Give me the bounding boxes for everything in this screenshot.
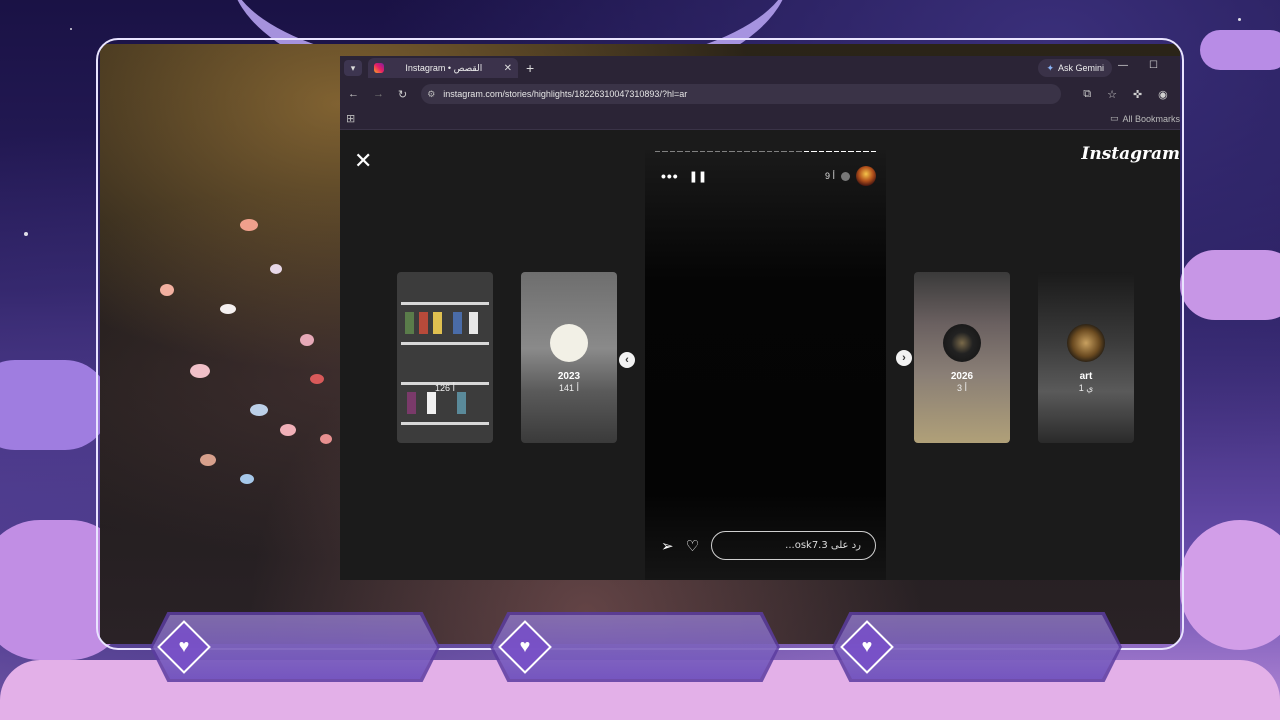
gemini-sparkle-icon: ✦ — [1046, 62, 1054, 73]
petal — [320, 434, 332, 444]
pause-icon[interactable]: ❚❚ — [689, 170, 707, 183]
book — [419, 312, 428, 334]
bookmarks-bar: ⊞ ▭ All Bookmarks — [340, 108, 1180, 130]
petal — [240, 219, 258, 231]
book — [469, 312, 478, 334]
navigation-bar: ← → ↻ ⚙ instagram.com/stories/highlights… — [340, 80, 1180, 108]
install-app-icon[interactable]: ⧉ — [1083, 88, 1091, 101]
address-bar[interactable]: ⚙ instagram.com/stories/highlights/18226… — [421, 84, 1062, 104]
tab-search-button[interactable]: ▾ — [344, 60, 362, 76]
petal — [190, 364, 210, 378]
petal — [220, 304, 236, 314]
active-story[interactable]: ••• ❚❚ 9 أ ➢ ♡ — [645, 150, 886, 580]
tab-instagram[interactable]: Instagram • القصص ✕ — [368, 58, 518, 78]
heart-icon: ♥ — [861, 636, 873, 656]
cloud — [1180, 520, 1280, 650]
petal — [310, 374, 324, 384]
close-tab-icon[interactable]: ✕ — [504, 63, 512, 74]
next-story-button[interactable]: › — [896, 350, 912, 366]
highlight-card[interactable]: art 1 ي — [1038, 272, 1134, 443]
previous-story-button[interactable]: ‹ — [619, 352, 635, 368]
star — [1238, 18, 1241, 21]
all-bookmarks-label: All Bookmarks — [1122, 113, 1180, 124]
petal — [200, 454, 216, 466]
avatar[interactable] — [856, 166, 876, 186]
send-icon[interactable]: ➢ — [661, 537, 674, 555]
highlight-time: 3 أ — [956, 383, 968, 393]
shelf — [401, 342, 489, 345]
story-author: 9 أ — [825, 166, 876, 186]
audio-icon — [841, 171, 850, 181]
site-info-icon[interactable]: ⚙ — [427, 89, 435, 100]
book — [433, 312, 442, 334]
star — [24, 232, 28, 236]
reload-icon[interactable]: ↻ — [398, 88, 407, 101]
petal — [240, 474, 254, 484]
petal — [160, 284, 174, 296]
instagram-story-viewer: ✕ Instagram 126 أ 2023 141 أ ‹ ••• ❚❚ 9 … — [340, 130, 1180, 580]
petal — [250, 404, 268, 416]
instagram-logo[interactable]: Instagram — [1081, 144, 1180, 164]
like-heart-icon[interactable]: ♡ — [686, 537, 699, 555]
profile-icon[interactable]: ◉ — [1158, 88, 1168, 101]
reply-input[interactable] — [711, 531, 876, 560]
highlight-name: 2026 — [950, 371, 974, 382]
maximize-icon[interactable]: ☐ — [1149, 60, 1158, 71]
star — [70, 28, 72, 30]
petal — [280, 424, 296, 436]
extensions-icon[interactable]: ✜ — [1133, 88, 1142, 101]
book — [453, 312, 462, 334]
highlight-name: art — [1079, 371, 1093, 382]
cloud — [1200, 30, 1280, 70]
bookmark-star-icon[interactable]: ☆ — [1107, 88, 1117, 101]
shelf — [401, 422, 489, 425]
heart-icon: ♥ — [519, 636, 531, 656]
close-viewer-icon[interactable]: ✕ — [354, 150, 372, 172]
story-header: ••• ❚❚ 9 أ — [661, 166, 876, 186]
browser-window: ▾ Instagram • القصص ✕ + ✦ Ask Gemini — ☐… — [340, 56, 1180, 580]
toolbar-actions: ⧉ ☆ ✜ ◉ — [1083, 88, 1168, 101]
apps-grid-icon[interactable]: ⊞ — [346, 112, 355, 125]
highlight-name: 2023 — [557, 371, 581, 382]
book — [407, 392, 416, 414]
highlight-card[interactable]: 2023 141 أ — [521, 272, 617, 443]
highlight-cover — [1067, 324, 1105, 362]
folder-icon: ▭ — [1109, 113, 1119, 123]
ask-gemini-button[interactable]: ✦ Ask Gemini — [1038, 59, 1112, 77]
book — [427, 392, 436, 414]
url-text: instagram.com/stories/highlights/1822631… — [443, 89, 688, 99]
highlight-card[interactable]: 2026 3 أ — [914, 272, 1010, 443]
back-icon[interactable]: ← — [348, 88, 359, 100]
highlight-cover — [550, 324, 588, 362]
highlight-time: 1 ي — [1078, 383, 1094, 393]
cloud — [1180, 250, 1280, 320]
reply-bar: ➢ ♡ — [661, 531, 876, 560]
petal — [300, 334, 314, 346]
story-time: 9 أ — [824, 170, 835, 181]
instagram-favicon-icon — [374, 63, 384, 73]
shelf — [401, 302, 489, 305]
all-bookmarks-button[interactable]: ▭ All Bookmarks — [1110, 113, 1180, 124]
book — [405, 312, 414, 334]
petal — [270, 264, 282, 274]
highlight-cover — [943, 324, 981, 362]
tab-title: Instagram • القصص — [405, 62, 483, 73]
tab-bar: ▾ Instagram • القصص ✕ + ✦ Ask Gemini — ☐ — [340, 56, 1180, 80]
more-options-icon[interactable]: ••• — [661, 168, 679, 184]
heart-icon: ♥ — [178, 636, 190, 656]
new-tab-button[interactable]: + — [526, 60, 534, 76]
highlight-time: 141 أ — [558, 383, 580, 393]
highlight-time: 126 أ — [434, 383, 456, 393]
forward-icon[interactable]: → — [373, 88, 384, 100]
book — [457, 392, 466, 414]
highlight-card[interactable]: 126 أ — [397, 272, 493, 443]
minimize-icon[interactable]: — — [1118, 60, 1128, 71]
cloud — [0, 360, 110, 450]
ask-gemini-label: Ask Gemini — [1057, 63, 1104, 73]
story-progress-bar — [655, 151, 877, 153]
